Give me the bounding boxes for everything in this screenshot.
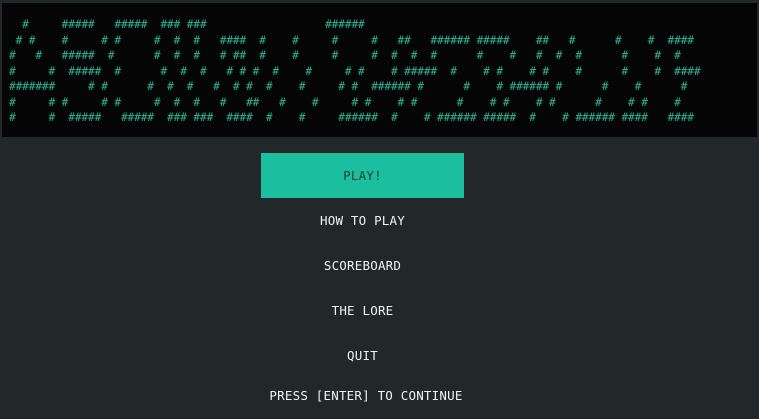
game-screen: # ##### ##### ### ### ###### # # # # # #… xyxy=(0,0,759,419)
menu-item-the-lore[interactable]: THE LORE xyxy=(261,288,464,333)
title-banner: # ##### ##### ### ### ###### # # # # # #… xyxy=(2,3,757,137)
menu-item-how-to-play[interactable]: HOW TO PLAY xyxy=(261,198,464,243)
ascii-title-art: # ##### ##### ### ### ###### # # # # # #… xyxy=(9,18,701,124)
continue-prompt: PRESS [ENTER] TO CONTINUE xyxy=(269,388,463,403)
menu-item-play[interactable]: PLAY! xyxy=(261,153,464,198)
menu-item-quit[interactable]: QUIT xyxy=(261,333,464,378)
menu-item-scoreboard[interactable]: SCOREBOARD xyxy=(261,243,464,288)
